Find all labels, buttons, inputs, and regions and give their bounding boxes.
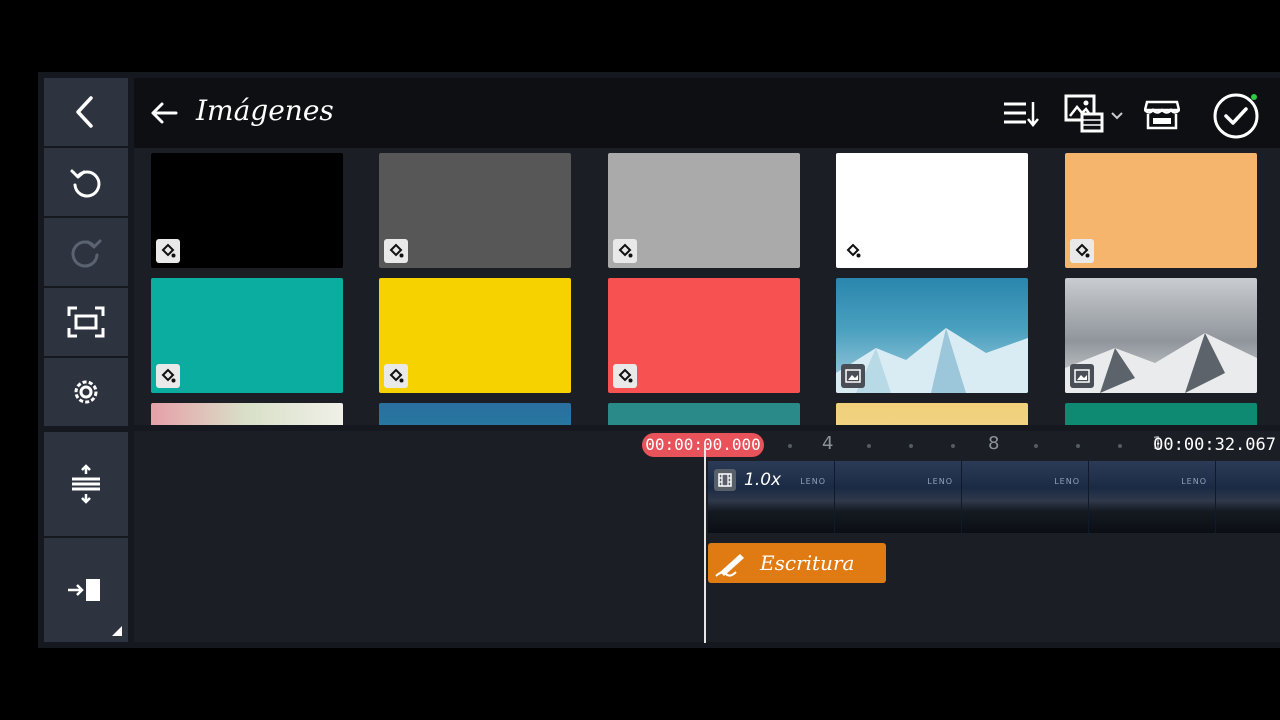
panel-title: Imágenes <box>196 94 334 127</box>
ruler-label: 4 <box>822 433 834 454</box>
back-arrow-icon <box>151 102 178 124</box>
handwriting-layer[interactable]: Escritura <box>708 543 886 583</box>
fullscreen-button[interactable] <box>44 288 128 356</box>
done-button[interactable] <box>1212 92 1260 144</box>
color-tile[interactable] <box>608 153 800 268</box>
playhead[interactable] <box>704 443 706 643</box>
color-tile[interactable] <box>151 278 343 393</box>
paint-bucket-icon <box>161 243 176 258</box>
media-browser-panel: Imágenes <box>134 78 1280 425</box>
sort-button[interactable] <box>1002 100 1040 132</box>
panel-header: Imágenes <box>134 78 1280 148</box>
fullscreen-icon <box>67 306 105 338</box>
ruler-tick <box>951 444 955 448</box>
color-tile[interactable] <box>379 278 571 393</box>
clip-watermark: LENO <box>1181 477 1207 486</box>
ruler-tick <box>1076 444 1080 448</box>
ruler-tick <box>909 444 913 448</box>
ruler-tick <box>788 444 792 448</box>
clip-frame: LENO <box>835 461 961 533</box>
video-clip[interactable]: LENO LENO LENO LENO 1.0x <box>708 461 1280 533</box>
sort-icon <box>1004 102 1039 127</box>
panel-back-button[interactable] <box>148 98 180 132</box>
paint-bucket-badge <box>156 239 180 263</box>
clip-frame: LENO <box>962 461 1088 533</box>
paint-bucket-badge <box>384 364 408 388</box>
back-button[interactable] <box>44 78 128 146</box>
paint-bucket-icon <box>618 243 633 258</box>
chevron-down-icon <box>1111 112 1123 120</box>
paint-bucket-icon <box>1075 243 1090 258</box>
move-to-end-button[interactable] <box>44 538 128 642</box>
media-type-icon <box>1064 94 1104 133</box>
ruler-label: 8 <box>988 433 1000 454</box>
color-tile[interactable] <box>1065 153 1257 268</box>
paint-bucket-icon <box>161 368 176 383</box>
undo-button[interactable] <box>44 148 128 216</box>
paint-bucket-badge <box>613 239 637 263</box>
paint-bucket-badge <box>1070 239 1094 263</box>
redo-icon <box>71 239 102 268</box>
clip-speed: 1.0x <box>714 469 781 491</box>
color-tile[interactable] <box>379 153 571 268</box>
asset-store-button[interactable] <box>1143 98 1181 134</box>
media-type-dropdown[interactable] <box>1110 106 1124 125</box>
color-tile[interactable] <box>151 153 343 268</box>
clip-frame <box>1216 461 1280 533</box>
clip-watermark: LENO <box>800 477 826 486</box>
image-icon <box>845 369 861 383</box>
paint-bucket-icon <box>846 243 861 258</box>
color-tile[interactable] <box>608 278 800 393</box>
chevron-left-icon <box>76 96 93 128</box>
pen-icon <box>715 554 744 577</box>
media-type-button[interactable] <box>1064 94 1106 138</box>
clip-speed-label: 1.0x <box>744 470 782 490</box>
ruler-tick <box>1034 444 1038 448</box>
clip-watermark: LENO <box>1054 477 1080 486</box>
paint-bucket-badge <box>613 364 637 388</box>
clip-watermark: LENO <box>927 477 953 486</box>
paint-bucket-badge <box>156 364 180 388</box>
timeline-expand-button[interactable] <box>44 432 128 536</box>
image-tile[interactable] <box>1065 403 1257 425</box>
image-icon <box>1074 369 1090 383</box>
ruler-tick <box>1118 444 1122 448</box>
image-tile[interactable] <box>151 403 343 425</box>
paint-bucket-icon <box>389 243 404 258</box>
film-icon-box <box>714 469 736 491</box>
paint-bucket-badge <box>384 239 408 263</box>
film-icon <box>718 473 732 487</box>
ruler-tick <box>867 444 871 448</box>
paint-bucket-icon <box>389 368 404 383</box>
settings-icon <box>74 380 98 404</box>
paint-bucket-icon <box>618 368 633 383</box>
image-badge <box>1070 364 1094 388</box>
timeline[interactable]: 4 8 1 00:00:00.000 00:00:32.067 LENO LEN… <box>134 431 1280 643</box>
image-tile[interactable] <box>608 403 800 425</box>
settings-button[interactable] <box>44 358 128 426</box>
color-tile[interactable] <box>836 153 1028 268</box>
done-check-icon <box>1213 93 1259 139</box>
image-tile-mountains[interactable] <box>1065 278 1257 393</box>
timeline-expand-icon <box>72 464 100 504</box>
clip-frame: LENO <box>1089 461 1215 533</box>
total-time: 00:00:32.067 <box>1153 435 1276 455</box>
paint-bucket-badge <box>841 239 865 263</box>
asset-store-icon <box>1143 100 1181 130</box>
image-tile[interactable] <box>836 403 1028 425</box>
corner-resize-icon <box>112 626 122 636</box>
move-to-end-icon <box>68 579 100 601</box>
redo-button[interactable] <box>44 218 128 286</box>
video-editor: Imágenes 4 8 1 00:00:00.000 00:00:32.067… <box>38 72 1280 648</box>
image-badge <box>841 364 865 388</box>
handwriting-label: Escritura <box>760 551 855 575</box>
current-time: 00:00:00.000 <box>642 433 764 457</box>
image-tile[interactable] <box>379 403 571 425</box>
image-tile-glacier[interactable] <box>836 278 1028 393</box>
undo-icon <box>70 169 101 198</box>
